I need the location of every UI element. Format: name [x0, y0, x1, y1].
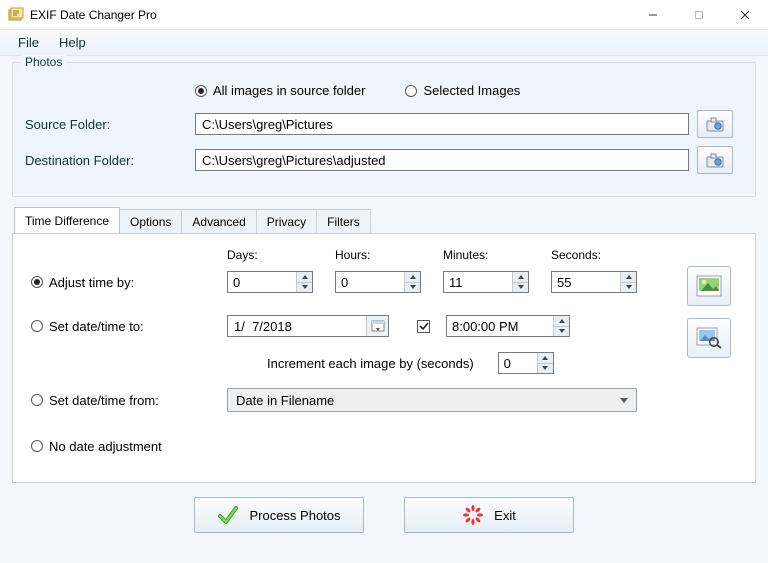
camera-folder-icon	[705, 151, 725, 169]
radio-set-datetime[interactable]: Set date/time to:	[31, 319, 201, 334]
photo-icon	[696, 275, 722, 297]
date-source-combo[interactable]: Date in Filename	[227, 388, 637, 412]
close-button[interactable]	[722, 0, 768, 30]
browse-dest-button[interactable]	[697, 146, 733, 174]
chevron-down-icon	[620, 398, 628, 403]
time-enabled-checkbox[interactable]	[417, 320, 430, 333]
seconds-header: Seconds:	[551, 248, 651, 266]
tab-time-difference[interactable]: Time Difference	[14, 207, 120, 233]
calendar-dropdown-icon[interactable]	[366, 316, 388, 336]
dest-folder-input[interactable]	[195, 149, 689, 171]
tab-advanced[interactable]: Advanced	[181, 209, 256, 233]
bottom-bar: Process Photos Exit	[12, 483, 756, 533]
tab-filters[interactable]: Filters	[316, 209, 371, 233]
tab-options[interactable]: Options	[119, 209, 182, 233]
radio-adjust-time[interactable]: Adjust time by:	[31, 275, 201, 290]
radio-no-adjustment[interactable]: No date adjustment	[31, 439, 201, 454]
days-header: Days:	[227, 248, 327, 266]
process-button[interactable]: Process Photos	[194, 497, 364, 533]
menu-bar: File Help	[0, 30, 768, 56]
preview-button[interactable]	[687, 318, 731, 358]
photos-group-label: Photos	[21, 55, 66, 69]
browse-source-button[interactable]	[697, 110, 733, 138]
source-folder-input[interactable]	[195, 113, 689, 135]
radio-set-from[interactable]: Set date/time from:	[31, 393, 201, 408]
minutes-header: Minutes:	[443, 248, 543, 266]
app-icon	[8, 7, 24, 23]
menu-file[interactable]: File	[18, 35, 39, 50]
reference-photo-button[interactable]	[687, 266, 731, 306]
seconds-spinner[interactable]: 55	[551, 271, 637, 293]
time-spinner[interactable]: 8:00:00 PM	[446, 315, 570, 337]
menu-help[interactable]: Help	[59, 35, 86, 50]
title-bar: EXIF Date Changer Pro	[0, 0, 768, 30]
tab-privacy[interactable]: Privacy	[256, 209, 317, 233]
source-folder-label: Source Folder:	[25, 117, 195, 132]
minimize-button[interactable]	[630, 0, 676, 30]
radio-selected-images[interactable]: Selected Images	[405, 83, 520, 98]
time-difference-panel: Days: Hours: Minutes: Seconds: Adjust ti…	[12, 233, 756, 483]
exit-button[interactable]: Exit	[404, 497, 574, 533]
maximize-button[interactable]	[676, 0, 722, 30]
radio-indicator	[405, 85, 417, 97]
increment-spinner[interactable]: 0	[498, 352, 554, 374]
check-icon	[217, 504, 239, 526]
photos-group: Photos All images in source folder Selec…	[12, 62, 756, 197]
minutes-spinner[interactable]: 11	[443, 271, 529, 293]
date-picker[interactable]: 1/ 7/2018	[227, 315, 389, 337]
tab-strip: Time Difference Options Advanced Privacy…	[14, 207, 756, 233]
camera-folder-icon	[705, 115, 725, 133]
dest-folder-label: Destination Folder:	[25, 153, 195, 168]
radio-indicator	[195, 85, 207, 97]
hours-header: Hours:	[335, 248, 435, 266]
radio-all-images[interactable]: All images in source folder	[195, 83, 365, 98]
days-spinner[interactable]: 0	[227, 271, 313, 293]
increment-label: Increment each image by (seconds)	[267, 356, 474, 371]
hours-spinner[interactable]: 0	[335, 271, 421, 293]
window-title: EXIF Date Changer Pro	[30, 8, 157, 22]
photo-search-icon	[696, 327, 722, 349]
exit-burst-icon	[462, 504, 484, 526]
